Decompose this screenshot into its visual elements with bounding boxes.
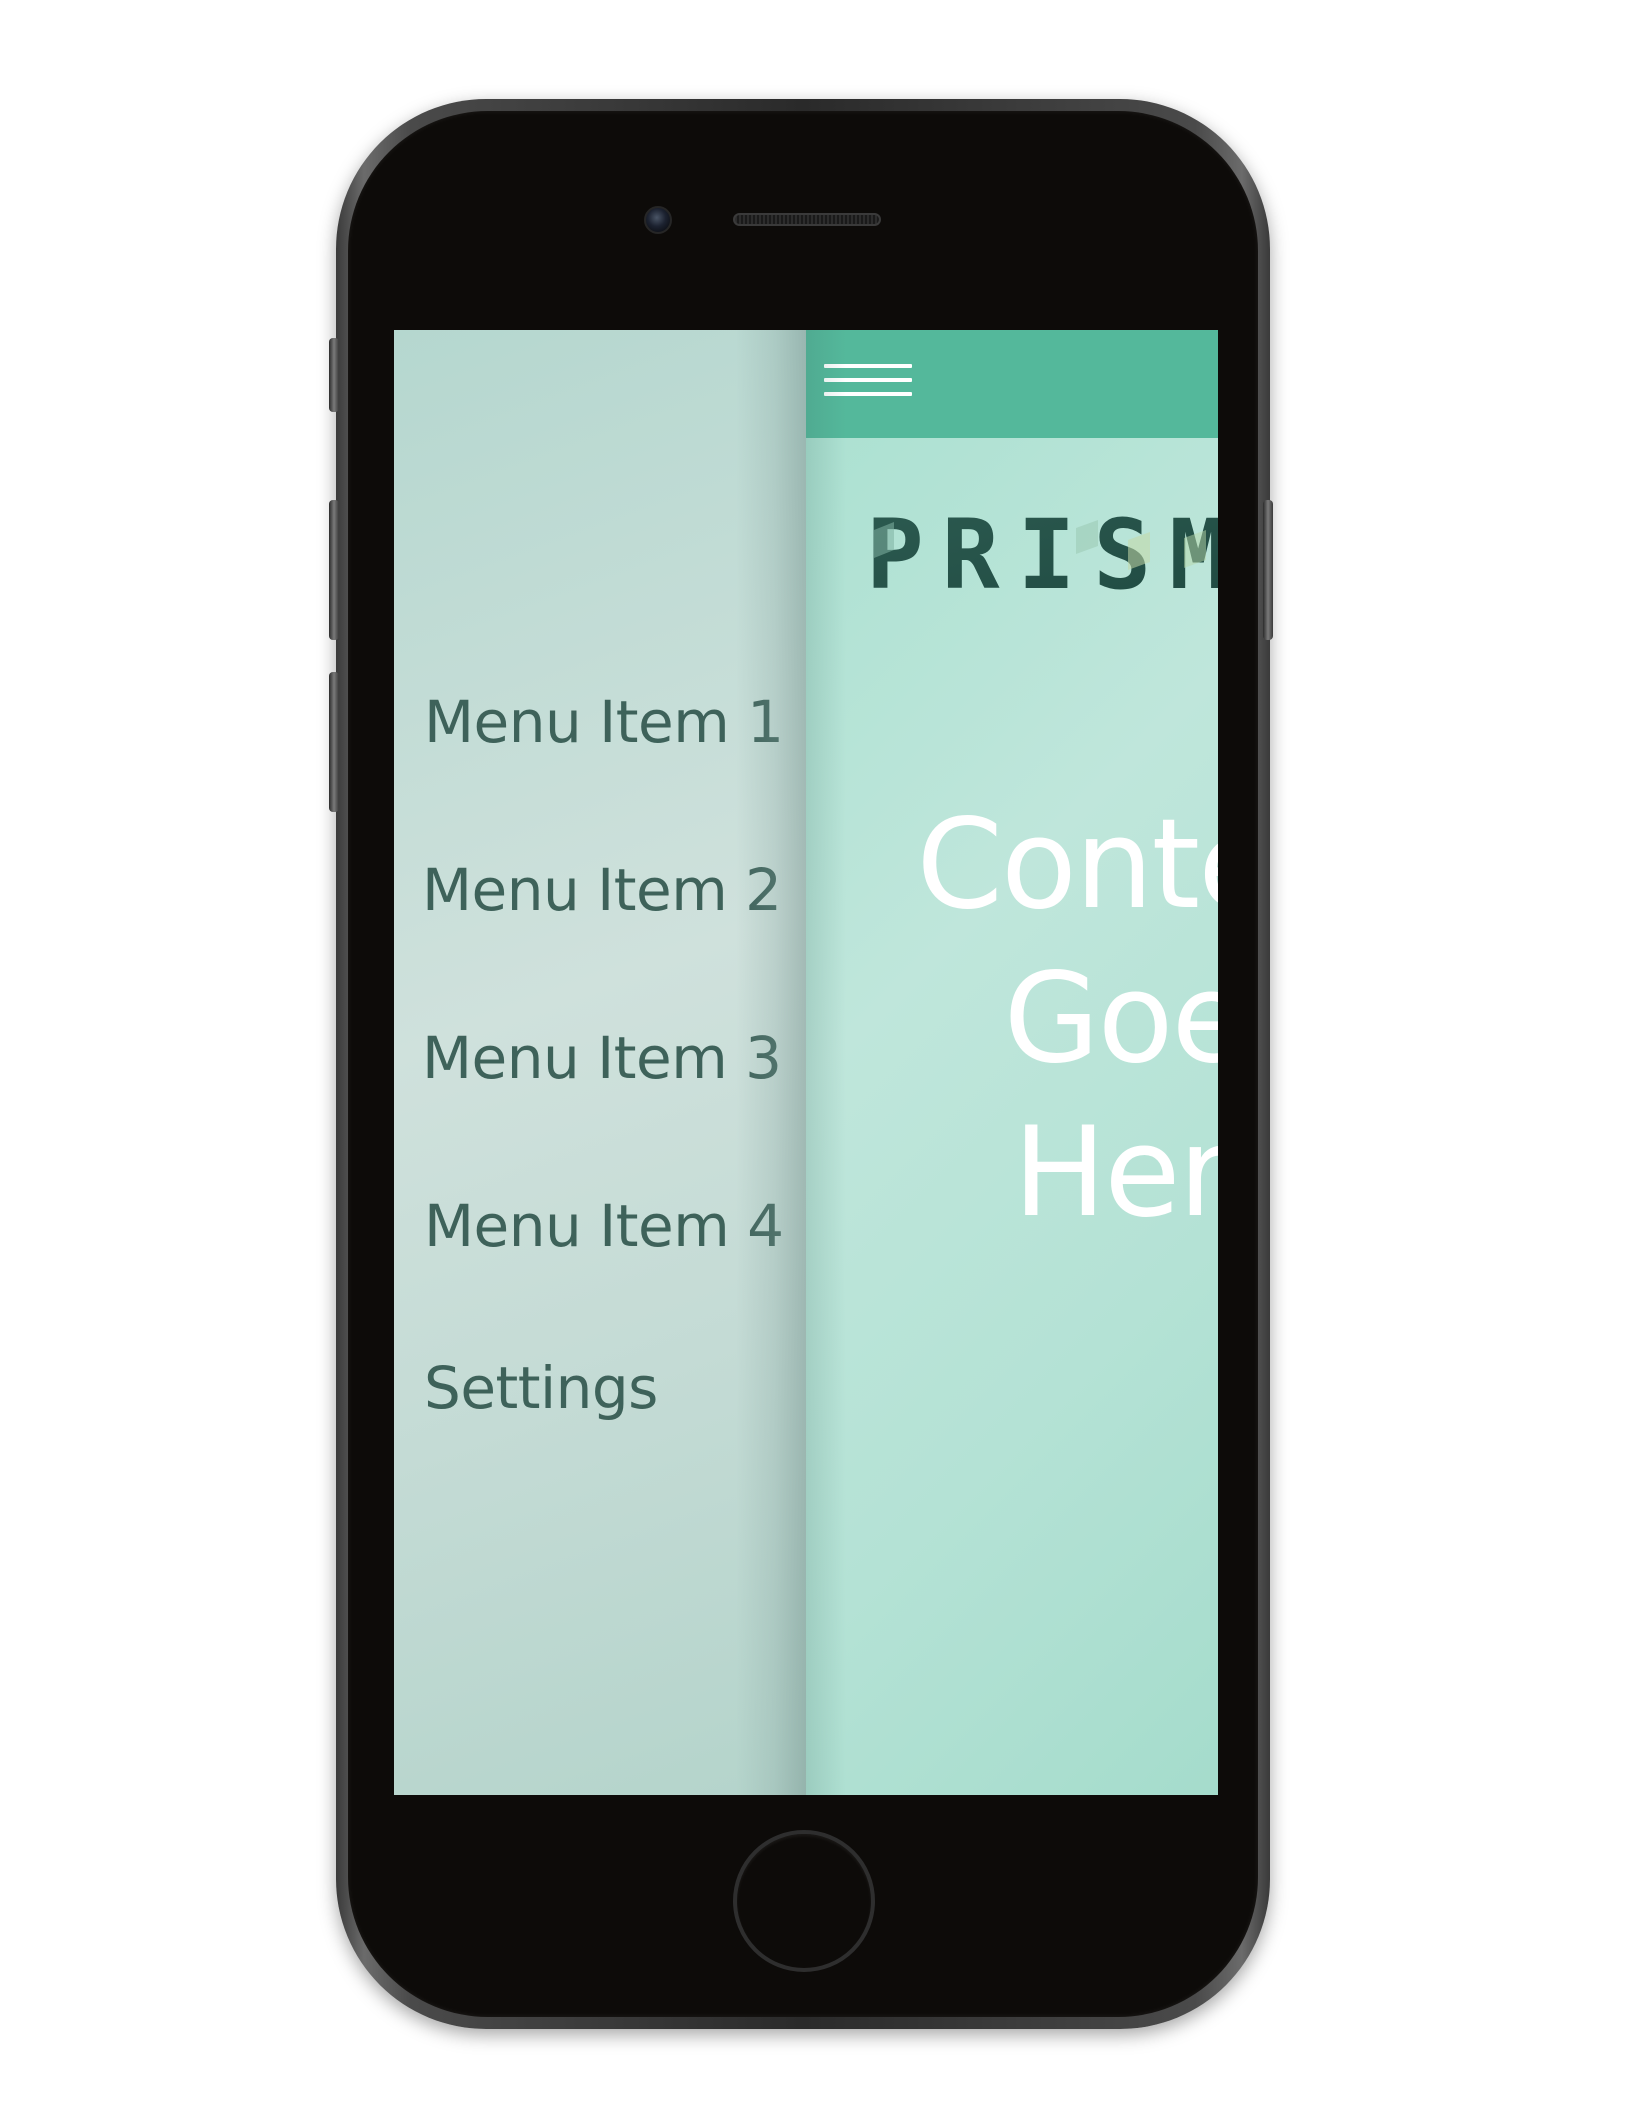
- hamburger-icon[interactable]: [824, 358, 914, 406]
- menu-item-2[interactable]: Menu Item 2: [422, 856, 782, 924]
- main-content: PRISM Content Goes Here: [806, 330, 1218, 1795]
- content-placeholder-text: Content Goes Here: [806, 788, 1218, 1250]
- prism-logo: PRISM: [866, 500, 1218, 610]
- content-line-1: Content: [916, 793, 1218, 937]
- menu-item-4[interactable]: Menu Item 4: [424, 1192, 784, 1260]
- volume-up-button: [329, 500, 339, 640]
- power-button: [1263, 500, 1273, 640]
- volume-down-button: [329, 672, 339, 812]
- front-camera: [644, 206, 672, 234]
- menu-item-1[interactable]: Menu Item 1: [424, 688, 784, 756]
- content-line-2: Goes: [1003, 947, 1218, 1091]
- app-header: [806, 330, 1218, 438]
- logo-text: PRISM: [866, 500, 1218, 610]
- home-button[interactable]: [733, 1830, 875, 1972]
- menu-item-settings[interactable]: Settings: [424, 1354, 658, 1422]
- earpiece-speaker: [733, 213, 881, 226]
- navigation-drawer: Menu Item 1 Menu Item 2 Menu Item 3 Menu…: [394, 330, 806, 1795]
- drawer-menu: Menu Item 1 Menu Item 2 Menu Item 3 Menu…: [394, 330, 806, 1795]
- content-line-3: Here: [1012, 1101, 1218, 1245]
- mute-switch: [329, 338, 339, 412]
- menu-item-3[interactable]: Menu Item 3: [422, 1024, 782, 1092]
- phone-screen: Menu Item 1 Menu Item 2 Menu Item 3 Menu…: [394, 330, 1218, 1795]
